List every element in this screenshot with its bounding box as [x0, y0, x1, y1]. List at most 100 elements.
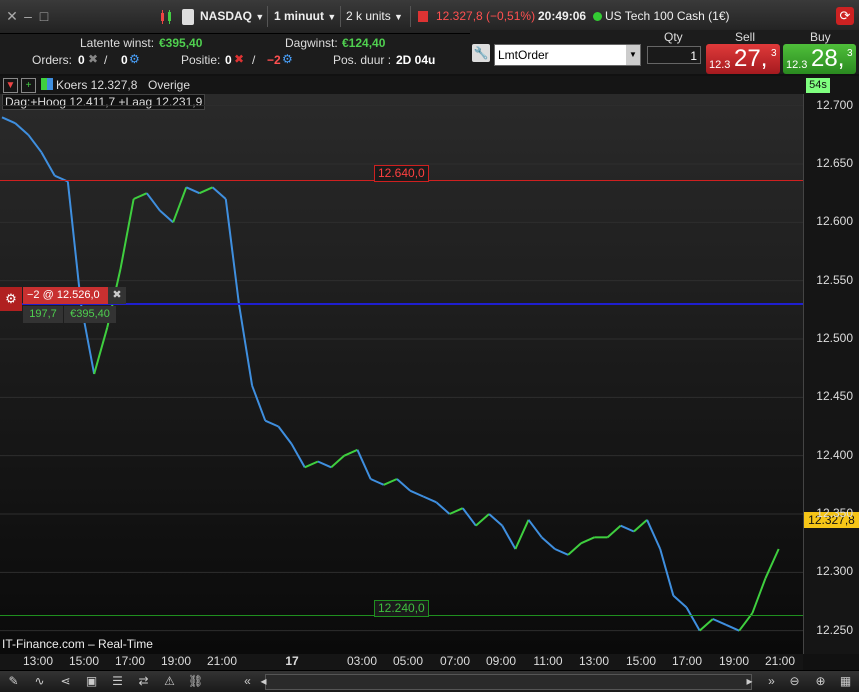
share-icon[interactable]: ⋖ — [58, 674, 73, 689]
price-segment — [14, 122, 29, 136]
buy-prefix: 12.3 — [786, 59, 808, 71]
arrow-right-icon[interactable]: ▸ — [742, 674, 757, 689]
refresh-icon[interactable]: ⟳ — [836, 7, 854, 25]
price-segment — [435, 501, 451, 515]
x-tick-label: 13:00 — [22, 654, 54, 668]
y-tick-label: 12.600 — [816, 214, 853, 229]
window-icon[interactable]: ▣ — [84, 674, 99, 689]
price-segment — [725, 623, 740, 632]
orders-count-b: 0 — [121, 53, 128, 67]
x-tick-label: 13:00 — [578, 654, 610, 668]
x-tick-label: 15:00 — [68, 654, 100, 668]
orders-count-a: 0 — [78, 53, 85, 67]
gear-icon[interactable]: ⚙ — [129, 52, 140, 66]
x-tick-label: 09:00 — [485, 654, 517, 668]
minimize-icon[interactable]: – — [20, 8, 36, 24]
price-segment — [93, 327, 109, 375]
time-axis[interactable]: 13:00 15:00 17:00 19:00 21:00 17 03:00 05:00 07:… — [0, 654, 803, 670]
buy-price-sup: 3 — [847, 48, 853, 59]
trade-icon[interactable]: ⇄ — [136, 674, 151, 689]
overige-label[interactable]: Overige — [148, 78, 190, 92]
chart-plot-area[interactable]: Dag:+Hoog 12.411,7 +Laag 12.231,9 12.640… — [0, 94, 804, 654]
scroll-right-icon[interactable]: » — [764, 674, 779, 689]
maximize-icon[interactable]: □ — [36, 8, 52, 24]
position-gear-icon[interactable]: ⚙ — [0, 287, 22, 311]
y-tick-label: 12.350 — [816, 506, 853, 520]
status-dot-icon — [593, 12, 602, 21]
countdown-badge: 54s — [806, 78, 830, 93]
scroll-left-icon[interactable]: « — [240, 674, 255, 689]
upper-level-label: 12.640,0 — [374, 165, 429, 182]
price-segment — [461, 507, 477, 527]
positie-b: −2 — [267, 53, 281, 67]
price-segment — [633, 519, 648, 533]
x-tick-label: 17 — [285, 654, 299, 668]
zoom-in-icon[interactable]: ⊕ — [813, 674, 828, 689]
price-segment — [620, 524, 635, 533]
price-segment — [672, 594, 688, 609]
price-segment — [606, 524, 622, 539]
price-axis[interactable]: 12.327,8 12.700 12.650 12.600 12.550 12.500 1… — [804, 94, 859, 654]
zoom-out-icon[interactable]: ⊖ — [787, 674, 802, 689]
price-segment — [133, 192, 148, 200]
chevron-down-icon: ▼ — [394, 12, 403, 22]
price-segment — [172, 186, 188, 223]
price-segment — [66, 181, 82, 305]
series-label[interactable]: Koers 12.327,8 — [56, 78, 137, 92]
price-segment — [370, 478, 385, 486]
price-segment — [475, 513, 490, 527]
sell-button[interactable]: 12.3 27, 3 — [706, 44, 780, 74]
list-icon[interactable]: ☰ — [110, 674, 125, 689]
wrench-icon[interactable]: 🔧 — [472, 44, 490, 62]
price-segment — [501, 525, 517, 550]
cancel-orders-icon[interactable]: ✖ — [88, 52, 98, 66]
timeframe-label: 1 minuut — [274, 9, 324, 23]
price-segment — [751, 577, 767, 614]
arrow-left-icon[interactable]: ◂ — [256, 674, 271, 689]
positie-a: 0 — [225, 53, 232, 67]
price-segment — [330, 454, 345, 469]
x-tick-label: 07:00 — [439, 654, 471, 668]
top-toolbar: ✕ – □ NASDAQ ▼ 1 minuut ▼ 2 k units ▼ 12… — [0, 0, 859, 34]
price-segment — [1, 116, 16, 125]
duur-label: Pos. duur : — [333, 53, 392, 67]
order-panel: 🔧 LmtOrder ▼ Qty 1 Sell 12.3 27, 3 Buy 1… — [470, 30, 859, 74]
divider — [340, 6, 341, 27]
sell-label: Sell — [735, 30, 756, 44]
price-segment — [514, 519, 530, 550]
candlestick-icon[interactable] — [158, 9, 174, 25]
price-segment — [211, 186, 227, 200]
horizontal-scrollbar[interactable] — [265, 674, 752, 690]
x-tick-label: 19:00 — [160, 654, 192, 668]
price-segment — [317, 460, 332, 469]
y-tick-label: 12.700 — [816, 97, 853, 112]
price-segment — [554, 548, 569, 556]
y-tick-label: 12.550 — [816, 272, 853, 287]
units-select[interactable]: 2 k units ▼ — [346, 0, 403, 33]
position-tag[interactable]: −2 @ 12.526,0 — [23, 287, 108, 304]
price-segment — [277, 425, 293, 445]
gear-icon[interactable]: ⚙ — [282, 52, 293, 66]
instrument-icon[interactable] — [182, 9, 194, 25]
x-tick-label: 15:00 — [625, 654, 657, 668]
qty-input[interactable]: 1 — [647, 46, 701, 64]
positie-label: Positie: — [181, 53, 221, 67]
buy-button[interactable]: 12.3 28, 3 — [783, 44, 856, 74]
layout-icon[interactable]: ▦ — [838, 674, 853, 689]
market-select[interactable]: NASDAQ ▼ — [200, 0, 264, 33]
alert-icon[interactable]: ⚠ — [162, 674, 177, 689]
y-tick-label: 12.650 — [816, 156, 853, 170]
info-icon[interactable] — [418, 11, 428, 22]
chart-icon[interactable]: ∿ — [32, 674, 47, 689]
add-indicator-icon[interactable]: + — [21, 78, 36, 93]
link-icon[interactable]: ⛓ — [188, 674, 203, 689]
x-tick-label: 17:00 — [114, 654, 146, 668]
close-position-icon[interactable]: ✖ — [108, 287, 126, 304]
price-segment — [685, 606, 701, 632]
timeframe-select[interactable]: 1 minuut ▼ — [274, 0, 336, 33]
collapse-icon[interactable]: ▼ — [3, 78, 18, 93]
close-position-icon[interactable]: ✖ — [234, 52, 244, 66]
order-type-select[interactable]: LmtOrder ▼ — [494, 44, 641, 66]
pencil-icon[interactable]: ✎ — [6, 674, 21, 689]
close-icon[interactable]: ✕ — [4, 8, 20, 24]
